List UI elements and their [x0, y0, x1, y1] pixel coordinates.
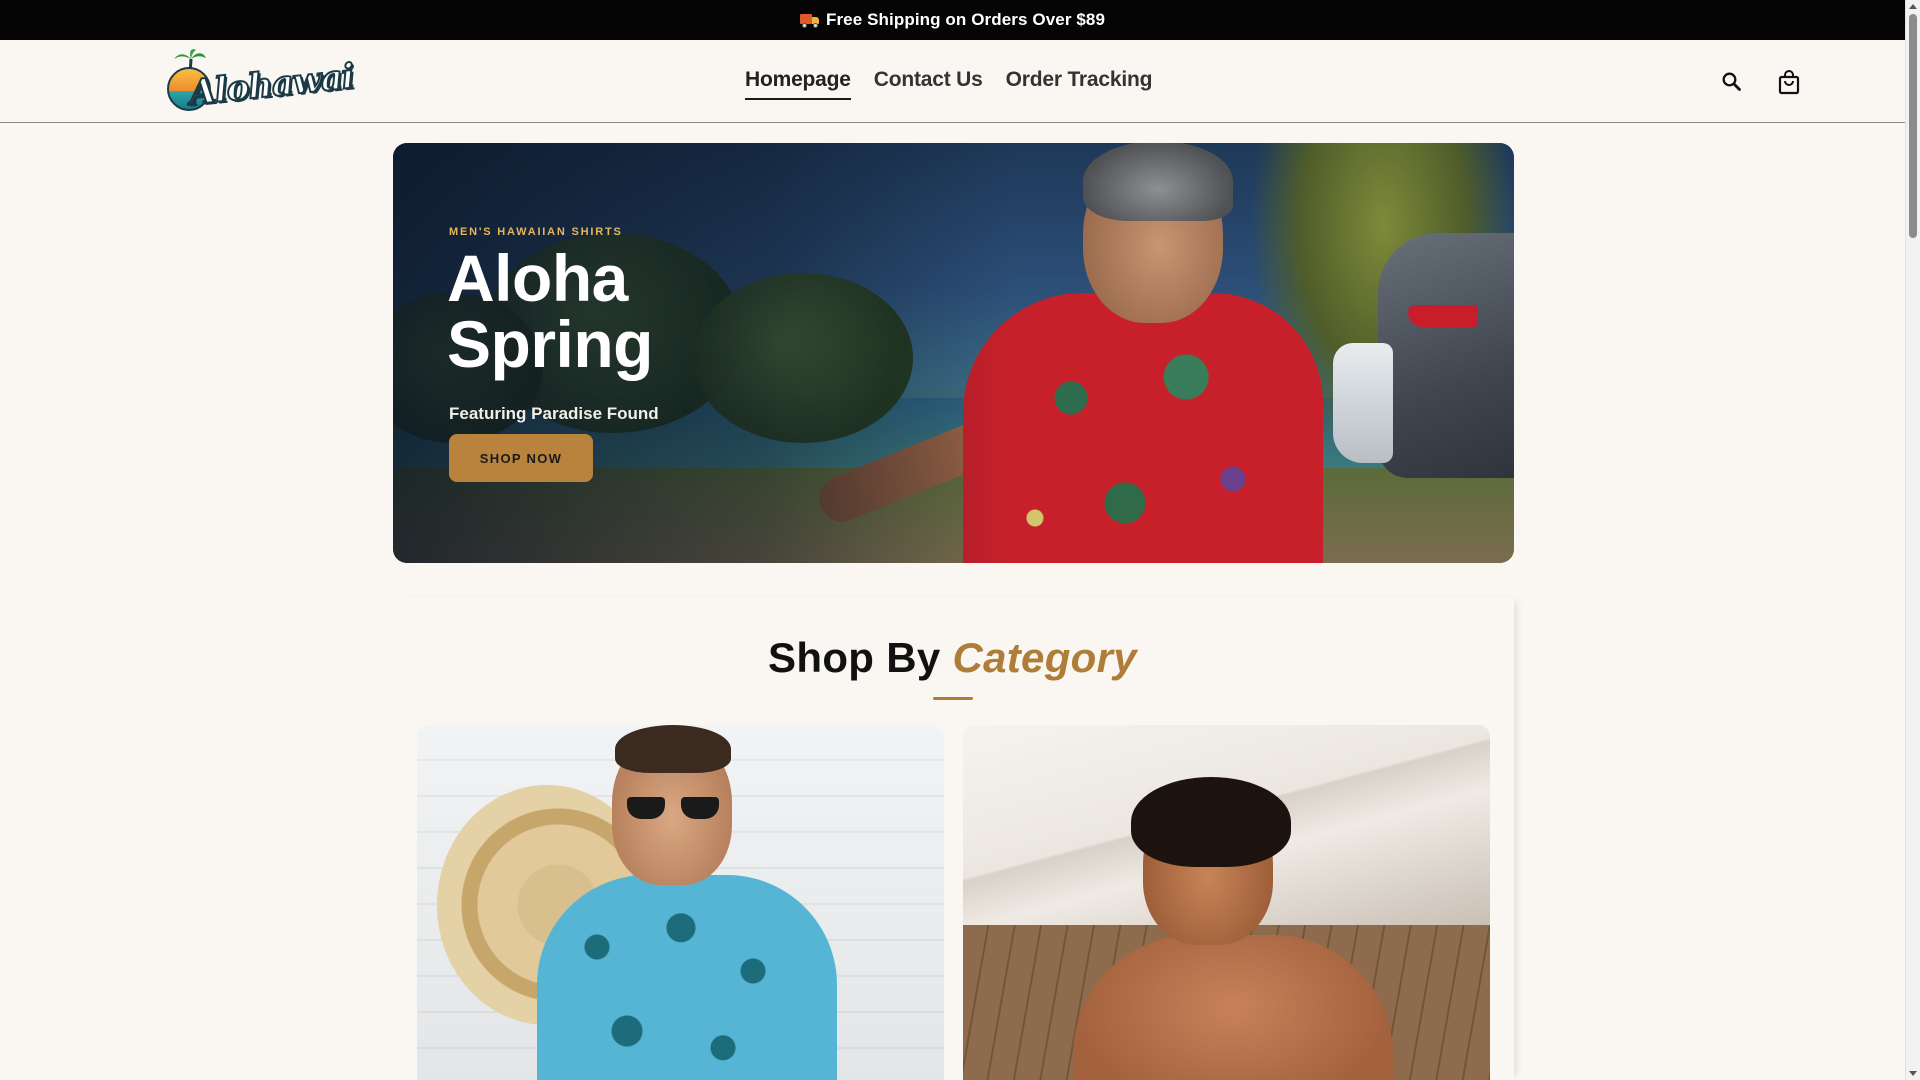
- scroll-up-arrow-icon[interactable]: [1909, 4, 1917, 9]
- nav-order-tracking[interactable]: Order Tracking: [1006, 68, 1153, 100]
- hero-eyebrow: MEN'S HAWAIIAN SHIRTS: [449, 226, 623, 238]
- page-scrollbar[interactable]: [1905, 0, 1920, 1080]
- shopping-bag-icon[interactable]: [1776, 69, 1802, 95]
- site-header: Alohawai Homepage Contact Us Order Track…: [0, 40, 1905, 123]
- search-icon[interactable]: [1719, 69, 1745, 95]
- delivery-truck-icon: [799, 13, 820, 28]
- brand-logo[interactable]: Alohawai: [163, 45, 357, 119]
- hero-banner[interactable]: MEN'S HAWAIIAN SHIRTS Aloha Spring Featu…: [393, 143, 1514, 563]
- hero-title: Aloha Spring: [447, 245, 847, 377]
- category-heading: Shop By Category: [0, 634, 1905, 682]
- nav-contact-us[interactable]: Contact Us: [874, 68, 983, 100]
- hero-title-line2: Spring: [447, 307, 654, 381]
- heading-divider: [933, 697, 973, 700]
- announcement-text: Free Shipping on Orders Over $89: [825, 10, 1106, 29]
- category-heading-plain: Shop By: [768, 634, 941, 681]
- hero-title-line1: Aloha: [447, 241, 628, 315]
- category-heading-accent: Category: [952, 634, 1137, 681]
- announcement-bar: Free Shipping on Orders Over $89: [0, 0, 1905, 40]
- nav-homepage[interactable]: Homepage: [745, 68, 851, 100]
- logo-wordmark: Alohawai: [186, 55, 356, 114]
- shop-now-button[interactable]: SHOP NOW: [449, 434, 593, 482]
- category-card[interactable]: [963, 725, 1490, 1080]
- scroll-down-arrow-icon[interactable]: [1909, 1071, 1917, 1076]
- sunglasses: [623, 797, 723, 819]
- hero-subtitle: Featuring Paradise Found: [449, 404, 659, 423]
- category-card[interactable]: [417, 725, 944, 1080]
- scrollbar-thumb[interactable]: [1909, 14, 1917, 238]
- main-nav: Homepage Contact Us Order Tracking: [745, 68, 1152, 100]
